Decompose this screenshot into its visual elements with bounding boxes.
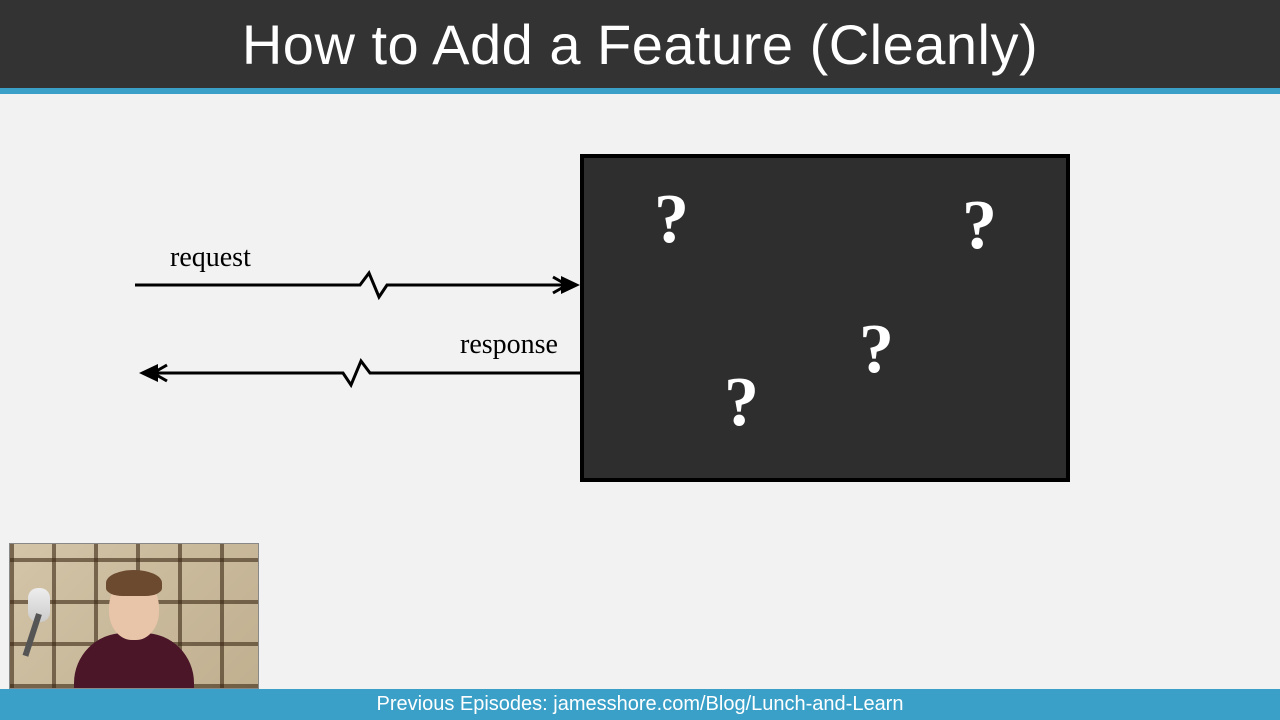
qmark-icon: ? [962,186,997,266]
qmark-icon: ? [654,180,689,260]
footer-bar: Previous Episodes: jamesshore.com/Blog/L… [0,689,1280,720]
footer-text: Previous Episodes: jamesshore.com/Blog/L… [377,693,904,716]
page-title: How to Add a Feature (Cleanly) [242,12,1038,77]
presenter-avatar [64,558,204,688]
header-bar: How to Add a Feature (Cleanly) [0,0,1280,88]
qmark-icon: ? [724,363,759,443]
qmark-icon: ? [859,310,894,390]
request-arrow [135,270,585,300]
black-box: ? ? ? ? [580,154,1070,482]
presenter-webcam [9,543,259,689]
response-arrow [135,358,585,388]
microphone-icon [16,588,68,656]
response-label: response [460,329,558,361]
